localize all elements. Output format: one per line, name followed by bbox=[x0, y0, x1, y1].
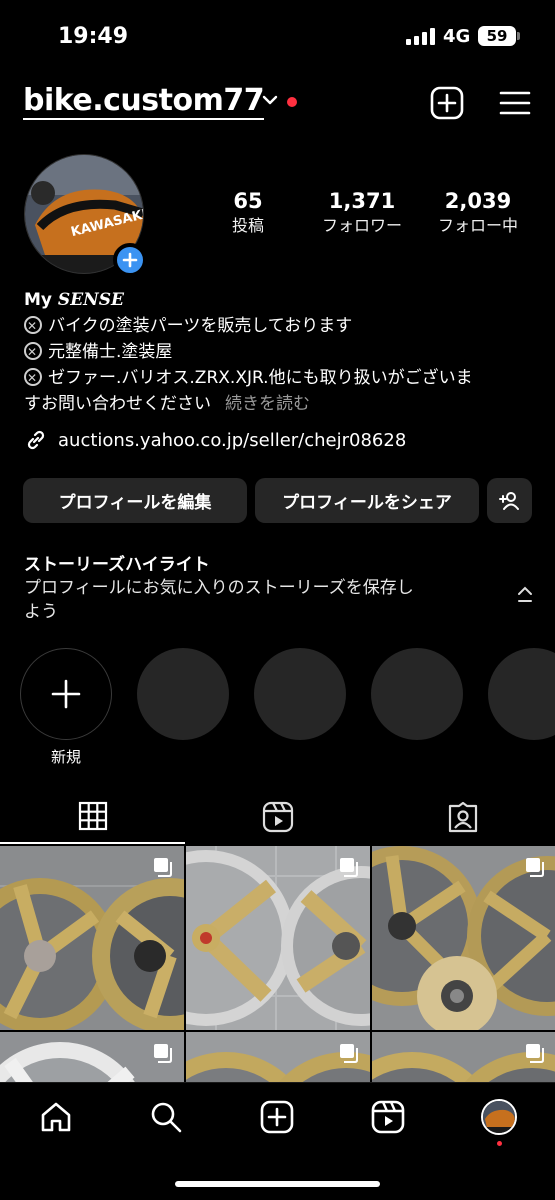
new-highlight-label: 新規 bbox=[50, 748, 81, 766]
tab-tagged[interactable] bbox=[370, 790, 555, 844]
multi-post-icon bbox=[154, 858, 172, 877]
discover-people-button[interactable] bbox=[487, 478, 532, 523]
bio-line: すお問い合わせください 続きを読む bbox=[24, 391, 544, 417]
posts-grid bbox=[0, 846, 555, 1082]
menu-icon[interactable] bbox=[498, 86, 532, 120]
display-name: My SENSE bbox=[24, 287, 544, 313]
post-thumbnail[interactable] bbox=[186, 1032, 370, 1082]
content-tabs bbox=[0, 790, 555, 844]
home-indicator[interactable] bbox=[175, 1181, 380, 1187]
chevron-up-icon[interactable] bbox=[514, 584, 536, 606]
multi-post-icon bbox=[340, 858, 358, 877]
bio-text: バイクの塗装パーツを販売しております bbox=[48, 316, 353, 336]
network-type: 4G bbox=[443, 26, 471, 47]
post-thumbnail[interactable] bbox=[372, 846, 555, 1030]
nav-home[interactable] bbox=[36, 1097, 76, 1137]
stat-following[interactable]: 2,039 フォロー中 bbox=[428, 188, 528, 238]
stat-value: 2,039 bbox=[444, 189, 512, 213]
signal-icon bbox=[406, 28, 435, 45]
wheel-emoji-icon bbox=[24, 313, 42, 339]
multi-post-icon bbox=[526, 858, 544, 877]
profile-stats: 65 投稿 1,371 フォロワー 2,039 フォロー中 bbox=[216, 188, 536, 248]
nav-reels[interactable] bbox=[368, 1097, 408, 1137]
reels-icon bbox=[262, 801, 293, 833]
highlights-title: ストーリーズハイライト bbox=[24, 555, 210, 575]
profile-link[interactable]: auctions.yahoo.co.jp/seller/chejr08628 bbox=[24, 428, 406, 452]
plus-icon bbox=[122, 252, 138, 268]
highlight-placeholder bbox=[254, 648, 346, 740]
add-story-button[interactable] bbox=[113, 243, 147, 277]
highlight-placeholder bbox=[371, 648, 463, 740]
bio-line: ゼファー.バリオス.ZRX.XJR.他にも取り扱いがございま bbox=[24, 365, 544, 391]
nav-profile[interactable] bbox=[479, 1097, 519, 1137]
add-person-icon bbox=[498, 491, 519, 510]
stat-label: フォロワー bbox=[321, 216, 402, 235]
read-more-link[interactable]: 続きを読む bbox=[225, 394, 310, 414]
bio-line: バイクの塗装パーツを販売しております bbox=[24, 313, 544, 339]
share-profile-button[interactable]: プロフィールをシェア bbox=[255, 478, 479, 523]
battery-level: 59 bbox=[486, 27, 508, 45]
battery-icon: 59 bbox=[478, 26, 520, 46]
post-thumbnail[interactable] bbox=[372, 1032, 555, 1082]
notification-dot bbox=[497, 1141, 502, 1146]
tagged-icon bbox=[448, 801, 477, 833]
highlights-row: 新規 bbox=[0, 648, 555, 768]
multi-post-icon bbox=[154, 1044, 172, 1063]
profile-bio: My SENSE バイクの塗装パーツを販売しております 元整備士.塗装屋 ゼファ… bbox=[24, 287, 544, 417]
stat-posts[interactable]: 65 投稿 bbox=[216, 188, 280, 238]
chevron-down-icon[interactable] bbox=[262, 94, 278, 106]
post-thumbnail[interactable] bbox=[0, 846, 184, 1030]
stat-value: 1,371 bbox=[328, 189, 396, 213]
profile-avatar-small bbox=[481, 1099, 517, 1135]
display-name-italic: SENSE bbox=[57, 290, 124, 310]
stat-value: 65 bbox=[233, 189, 263, 213]
bio-line: 元整備士.塗装屋 bbox=[24, 339, 544, 365]
multi-post-icon bbox=[526, 1044, 544, 1063]
multi-post-icon bbox=[340, 1044, 358, 1063]
bio-text: ゼファー.バリオス.ZRX.XJR.他にも取り扱いがございま bbox=[48, 368, 473, 388]
create-icon bbox=[260, 1100, 294, 1134]
nav-create[interactable] bbox=[257, 1097, 297, 1137]
display-name-prefix: My bbox=[24, 290, 58, 310]
search-icon bbox=[151, 1102, 182, 1133]
status-bar: 19:49 4G 59 bbox=[0, 0, 555, 72]
profile-header: bike.custom77 bbox=[0, 82, 555, 126]
post-thumbnail[interactable] bbox=[0, 1032, 184, 1082]
highlights-subtitle: プロフィールにお気に入りのストーリーズを保存しよう bbox=[24, 578, 414, 622]
plus-icon bbox=[51, 679, 81, 709]
status-time: 19:49 bbox=[58, 24, 129, 49]
grid-icon bbox=[78, 801, 107, 831]
highlight-placeholder bbox=[137, 648, 229, 740]
home-icon bbox=[41, 1102, 71, 1132]
stat-label: フォロー中 bbox=[437, 216, 518, 235]
wheel-emoji-icon bbox=[24, 365, 42, 391]
edit-profile-button[interactable]: プロフィールを編集 bbox=[23, 478, 247, 523]
profile-avatar[interactable]: KAWASAKI bbox=[24, 154, 147, 277]
link-text: auctions.yahoo.co.jp/seller/chejr08628 bbox=[58, 429, 407, 451]
notification-dot bbox=[287, 97, 297, 107]
stat-followers[interactable]: 1,371 フォロワー bbox=[312, 188, 412, 238]
tab-reels[interactable] bbox=[185, 790, 370, 844]
wheel-emoji-icon bbox=[24, 339, 42, 365]
highlight-placeholder bbox=[488, 648, 555, 740]
bio-text: すお問い合わせください bbox=[24, 394, 211, 414]
link-icon bbox=[27, 430, 45, 450]
stat-label: 投稿 bbox=[231, 216, 264, 235]
tab-posts-grid[interactable] bbox=[0, 790, 185, 844]
new-highlight-button[interactable] bbox=[20, 648, 112, 740]
nav-search[interactable] bbox=[146, 1097, 186, 1137]
username-switcher[interactable]: bike.custom77 bbox=[23, 84, 265, 120]
reels-icon bbox=[371, 1100, 405, 1134]
bio-text: 元整備士.塗装屋 bbox=[48, 342, 173, 362]
create-post-icon[interactable] bbox=[430, 86, 464, 120]
post-thumbnail[interactable] bbox=[186, 846, 370, 1030]
